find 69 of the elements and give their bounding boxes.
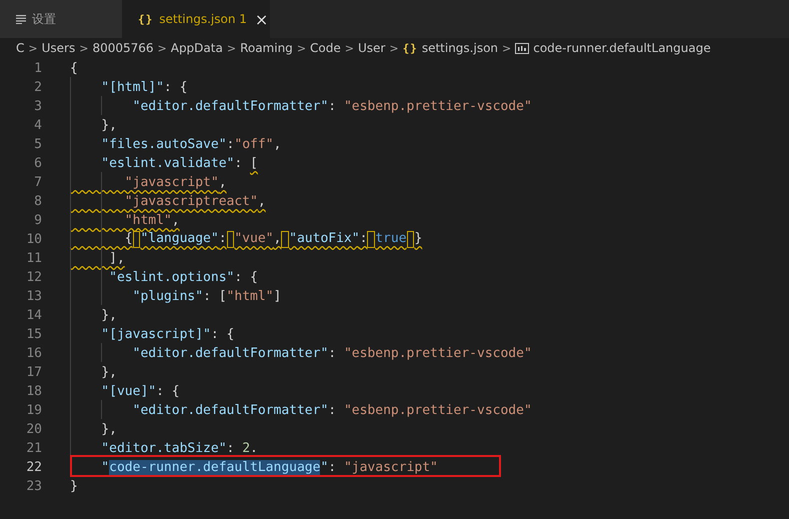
code-line: } (70, 479, 78, 494)
code-line: "[html]": { (70, 80, 188, 95)
breadcrumb-item[interactable]: {} settings.json (402, 41, 498, 55)
chevron-icon: > (296, 42, 306, 54)
chevron-icon: > (79, 42, 88, 54)
chevron-icon: > (502, 42, 512, 54)
code-line: { (70, 61, 78, 76)
line-number: 23 (25, 479, 42, 494)
chevron-icon: > (389, 42, 399, 54)
code-line: "javascriptreact", (70, 194, 266, 209)
code-line: { "language": "vue", "autoFix": true } (70, 231, 422, 248)
menu-icon (16, 14, 26, 24)
code-line: "plugins": ["html"] (70, 289, 282, 304)
line-number: 2 (33, 80, 42, 95)
line-number: 22 (25, 460, 42, 475)
code-line: "javascript", (70, 175, 227, 190)
breadcrumb-item[interactable]: code-runner.defaultLanguage (515, 41, 711, 55)
breadcrumb-item[interactable]: AppData (170, 41, 223, 55)
line-number: 15 (25, 327, 42, 342)
line-number: 21 (25, 441, 42, 456)
line-number: 14 (25, 308, 42, 323)
breadcrumb-item[interactable]: Roaming (240, 41, 293, 55)
chevron-icon: > (28, 42, 38, 54)
line-number: 20 (25, 422, 42, 437)
tab-label: settings.json 1 (159, 12, 247, 26)
code-line: }, (70, 422, 117, 437)
line-number: 11 (25, 251, 42, 266)
chevron-icon: > (226, 42, 236, 54)
tab-label: 设置 (32, 10, 56, 28)
line-number: 16 (25, 346, 42, 361)
line-number: 18 (25, 384, 42, 399)
line-number: 9 (33, 213, 42, 228)
code-line: "eslint.validate": [ (70, 156, 258, 171)
line-number: 10 (25, 232, 42, 247)
line-number: 7 (33, 175, 42, 190)
line-number: 13 (25, 289, 42, 304)
code-line: "[javascript]": { (70, 327, 234, 342)
code-line: }, (70, 365, 117, 380)
breadcrumb-item[interactable]: Code (310, 41, 341, 55)
breadcrumb-item[interactable]: C (16, 41, 24, 55)
editor-tab[interactable]: {} settings.json 1 × (122, 0, 270, 38)
breadcrumb-item[interactable]: User (358, 41, 386, 55)
code-line: }, (70, 118, 117, 133)
code-line: "html", (70, 213, 180, 228)
property-icon (515, 42, 530, 54)
code-line: "files.autoSave":"off", (70, 137, 282, 152)
code-line: "[vue]": { (70, 384, 180, 399)
editor-tab[interactable]: 设置 (0, 0, 122, 38)
code-line: ], (70, 251, 125, 266)
line-number: 17 (25, 365, 42, 380)
line-number: 12 (25, 270, 42, 285)
code-line: "eslint.options": { (70, 270, 258, 285)
code-line: "editor.tabSize": 2. (70, 441, 258, 456)
breadcrumb-item[interactable]: Users (42, 41, 76, 55)
code-line: "editor.defaultFormatter": "esbenp.prettier-vscode" (70, 403, 532, 418)
line-number: 19 (25, 403, 42, 418)
chevron-icon: > (158, 42, 167, 54)
line-number: 8 (33, 194, 42, 209)
line-number: 3 (33, 99, 42, 114)
line-number: 5 (33, 137, 42, 152)
line-number: 1 (33, 61, 42, 76)
code-line: "editor.defaultFormatter": "esbenp.prettier-vscode" (70, 99, 532, 114)
breadcrumb-item[interactable]: 80005766 (92, 41, 154, 55)
code-line: "editor.defaultFormatter": "esbenp.prettier-vscode" (70, 346, 532, 361)
line-number: 6 (33, 156, 42, 171)
code-line: }, (70, 308, 117, 323)
chevron-icon: > (344, 42, 354, 54)
line-number: 4 (33, 118, 42, 133)
close-icon[interactable]: × (254, 10, 268, 28)
